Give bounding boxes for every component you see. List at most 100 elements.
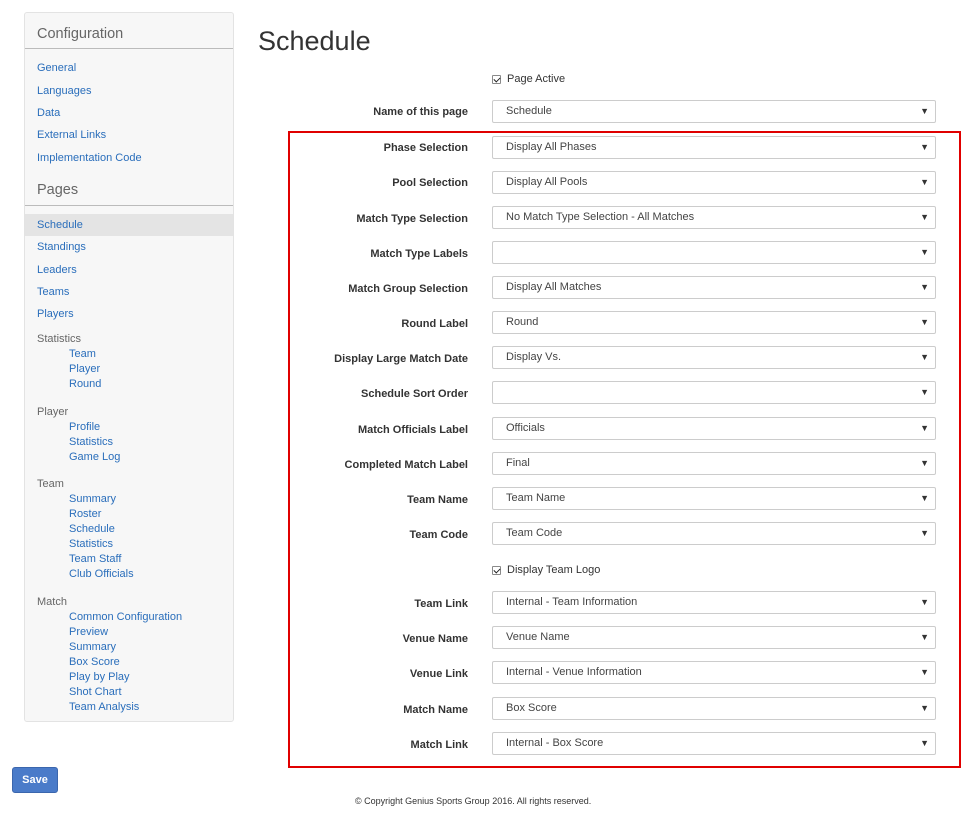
sidebar-sub-team-summary[interactable]: Summary [69,493,116,505]
match-type-selection-select[interactable]: No Match Type Selection - All Matches ▼ [492,206,936,229]
match-name-select[interactable]: Box Score ▼ [492,697,936,720]
sidebar-link-schedule[interactable]: Schedule [25,214,233,236]
sidebar-group-team: Team [37,478,64,490]
sidebar-sub-player-game-log[interactable]: Game Log [69,451,120,463]
team-link-label: Team Link [414,598,468,610]
sidebar-sub-team-schedule[interactable]: Schedule [69,523,115,535]
configuration-heading: Configuration [37,26,124,42]
match-link-value: Internal - Box Score [506,737,604,749]
display-large-match-date-label: Display Large Match Date [334,353,468,365]
sidebar-sub-statistics-team[interactable]: Team [69,348,96,360]
venue-link-label: Venue Link [409,668,468,680]
chevron-down-icon: ▼ [920,317,929,327]
sidebar-sub-player-statistics[interactable]: Statistics [69,436,113,448]
sidebar-sub-team-roster[interactable]: Roster [69,508,101,520]
match-group-selection-select[interactable]: Display All Matches ▼ [492,276,936,299]
sidebar-sub-statistics-player[interactable]: Player [69,363,100,375]
sidebar-link-general[interactable]: General [37,62,76,74]
sidebar-sub-match-preview[interactable]: Preview [69,626,108,638]
display-team-logo-checkbox[interactable] [492,565,501,575]
team-name-value: Team Name [506,492,566,504]
sidebar-link-external-links[interactable]: External Links [37,129,106,141]
schedule-sort-order-label: Schedule Sort Order [361,388,468,400]
team-name-select[interactable]: Team Name ▼ [492,487,936,510]
sidebar-sub-team-statistics[interactable]: Statistics [69,538,113,550]
venue-link-select[interactable]: Internal - Venue Information ▼ [492,661,936,684]
chevron-down-icon: ▼ [920,212,929,222]
match-link-label: Match Link [410,739,468,751]
team-link-value: Internal - Team Information [506,596,638,608]
phase-selection-value: Display All Phases [506,141,597,153]
display-team-logo-checkbox-row[interactable]: Display Team Logo [492,564,600,576]
match-type-labels-select[interactable]: ▼ [492,241,936,264]
match-officials-label-value: Officials [506,422,545,434]
match-officials-label-select[interactable]: Officials ▼ [492,417,936,440]
match-name-value: Box Score [506,702,557,714]
match-group-selection-value: Display All Matches [506,281,602,293]
chevron-down-icon: ▼ [920,597,929,607]
round-label-select[interactable]: Round ▼ [492,311,936,334]
chevron-down-icon: ▼ [920,423,929,433]
sidebar-sub-player-profile[interactable]: Profile [69,421,100,433]
round-label-label: Round Label [401,318,468,330]
sidebar-sub-match-summary[interactable]: Summary [69,641,116,653]
team-code-label: Team Code [409,529,468,541]
completed-match-label-select[interactable]: Final ▼ [492,452,936,475]
sidebar-sub-match-common-configuration[interactable]: Common Configuration [69,611,182,623]
sidebar-link-leaders[interactable]: Leaders [37,264,77,276]
phase-selection-select[interactable]: Display All Phases ▼ [492,136,936,159]
team-name-label: Team Name [407,494,468,506]
sidebar-sub-statistics-round[interactable]: Round [69,378,101,390]
match-type-labels-label: Match Type Labels [370,248,468,260]
sidebar-sub-match-team-analysis[interactable]: Team Analysis [69,701,139,713]
sidebar-group-match: Match [37,596,67,608]
chevron-down-icon: ▼ [920,458,929,468]
pool-selection-label: Pool Selection [392,177,468,189]
sidebar-link-implementation-code[interactable]: Implementation Code [37,152,142,164]
page-active-label: Page Active [507,73,566,85]
venue-name-select[interactable]: Venue Name ▼ [492,626,936,649]
sidebar-link-players[interactable]: Players [37,308,74,320]
page-active-checkbox[interactable] [492,74,501,84]
pages-divider [25,205,233,206]
chevron-down-icon: ▼ [920,528,929,538]
chevron-down-icon: ▼ [920,738,929,748]
configuration-divider [25,48,233,49]
chevron-down-icon: ▼ [920,177,929,187]
chevron-down-icon: ▼ [920,667,929,677]
display-large-match-date-value: Display Vs. [506,351,562,363]
pool-selection-select[interactable]: Display All Pools ▼ [492,171,936,194]
sidebar-sub-match-box-score[interactable]: Box Score [69,656,120,668]
team-code-select[interactable]: Team Code ▼ [492,522,936,545]
sidebar-group-statistics: Statistics [37,333,82,345]
sidebar-link-data[interactable]: Data [37,107,60,119]
pages-heading: Pages [37,182,79,198]
save-button[interactable]: Save [12,767,58,793]
sidebar-link-languages[interactable]: Languages [37,85,91,97]
sidebar-link-teams[interactable]: Teams [37,286,69,298]
sidebar: Configuration General Languages Data Ext… [24,12,234,722]
page-name-select[interactable]: Schedule ▼ [492,100,936,123]
team-code-value: Team Code [506,527,563,539]
footer-copyright: © Copyright Genius Sports Group 2016. Al… [355,796,592,806]
page-active-checkbox-row[interactable]: Page Active [492,73,565,85]
schedule-sort-order-select[interactable]: ▼ [492,381,936,404]
sidebar-link-standings[interactable]: Standings [37,241,86,253]
chevron-down-icon: ▼ [920,703,929,713]
sidebar-sub-team-club-officials[interactable]: Club Officials [69,568,134,580]
display-large-match-date-select[interactable]: Display Vs. ▼ [492,346,936,369]
pool-selection-value: Display All Pools [506,176,588,188]
sidebar-sub-match-play-by-play[interactable]: Play by Play [69,671,130,683]
venue-name-value: Venue Name [506,631,570,643]
match-name-label: Match Name [403,704,468,716]
match-officials-label-label: Match Officials Label [357,424,468,436]
chevron-down-icon: ▼ [920,632,929,642]
sidebar-sub-match-shot-chart[interactable]: Shot Chart [69,686,122,698]
page-title: Schedule [258,26,371,56]
match-type-selection-value: No Match Type Selection - All Matches [506,211,695,223]
match-link-select[interactable]: Internal - Box Score ▼ [492,732,936,755]
round-label-value: Round [506,316,539,328]
team-link-select[interactable]: Internal - Team Information ▼ [492,591,936,614]
chevron-down-icon: ▼ [920,352,929,362]
sidebar-sub-team-staff[interactable]: Team Staff [69,553,121,565]
